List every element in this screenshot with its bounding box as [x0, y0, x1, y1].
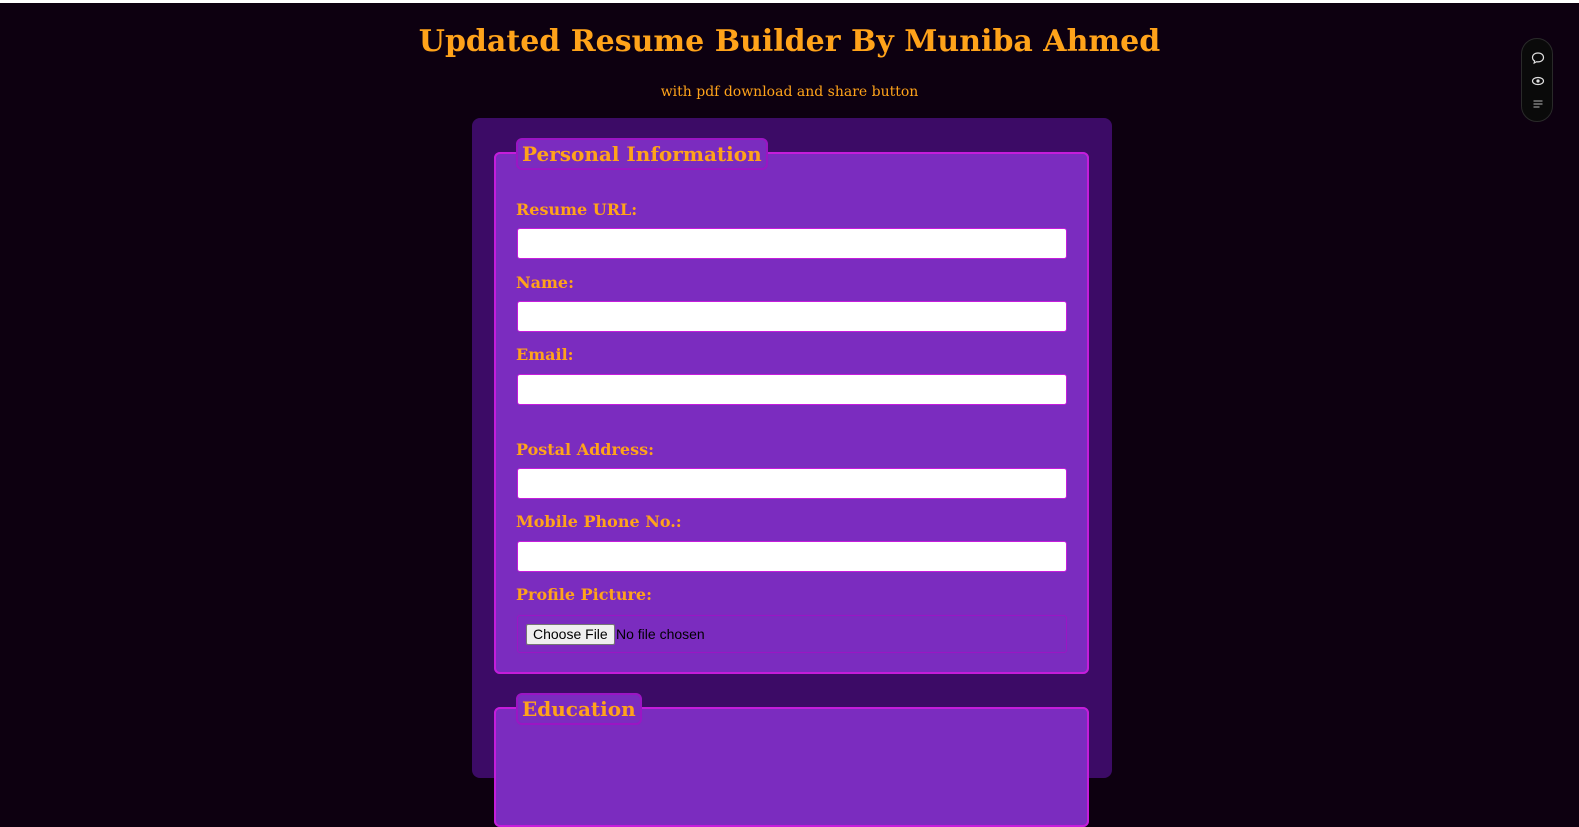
resume-url-label: Resume URL: — [516, 200, 638, 219]
personal-information-legend: Personal Information — [516, 138, 768, 170]
choose-file-button[interactable]: Choose File — [526, 624, 615, 645]
comment-icon[interactable] — [1529, 49, 1547, 67]
email-label: Email: — [516, 345, 574, 364]
education-section: Education — [494, 693, 1089, 827]
postal-address-label: Postal Address: — [516, 440, 655, 459]
name-input[interactable] — [517, 301, 1067, 332]
eye-icon[interactable] — [1529, 72, 1547, 90]
resume-url-input[interactable] — [517, 228, 1067, 259]
mobile-phone-label: Mobile Phone No.: — [516, 512, 682, 531]
email-input[interactable] — [517, 374, 1067, 405]
mobile-phone-input[interactable] — [517, 541, 1067, 572]
page-title: Updated Resume Builder By Muniba Ahmed — [418, 24, 1161, 59]
education-legend: Education — [516, 693, 642, 725]
profile-picture-file-input[interactable]: Choose File No file chosen — [517, 615, 1067, 653]
resume-form-container: Personal Information Resume URL: Name: E… — [472, 118, 1112, 827]
profile-picture-label: Profile Picture: — [516, 585, 652, 604]
name-label: Name: — [516, 273, 575, 292]
file-status-text: No file chosen — [616, 626, 705, 642]
side-toolbar — [1521, 38, 1553, 122]
list-icon[interactable] — [1529, 95, 1547, 113]
personal-information-section: Personal Information Resume URL: Name: E… — [494, 138, 1089, 674]
top-border-line — [0, 0, 1579, 3]
postal-address-input[interactable] — [517, 468, 1067, 499]
page-subtitle: with pdf download and share button — [660, 84, 919, 100]
